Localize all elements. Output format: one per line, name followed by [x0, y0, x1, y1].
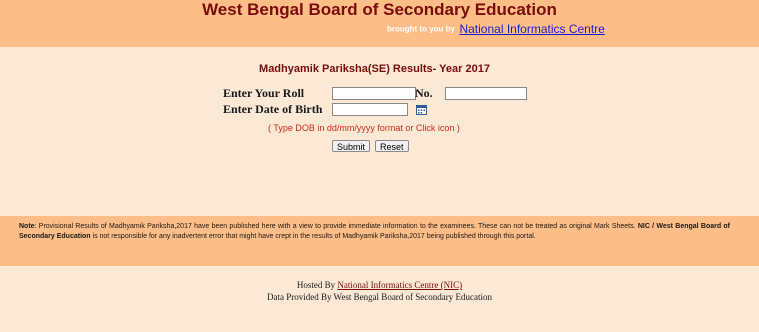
hosted-prefix: Hosted By: [296, 280, 338, 290]
roll-label: Enter Your Roll: [223, 86, 305, 100]
page-title: West Bengal Board of Secondary Education: [202, 0, 557, 19]
brought-by-label: brought to you by: [387, 24, 455, 34]
dob-format-hint: ( Type DOB in dd/mm/yyyy format or Click…: [268, 123, 460, 133]
header-bar: West Bengal Board of Secondary Education…: [0, 0, 759, 47]
brought-by: brought to you by National Informatics C…: [387, 20, 605, 38]
footer: Hosted By National Informatics Centre (N…: [0, 279, 759, 303]
reset-button[interactable]: Reset: [375, 140, 409, 152]
note-prefix: Note: [19, 223, 35, 230]
roll-input[interactable]: [332, 87, 416, 100]
no-label: No.: [415, 86, 433, 100]
roll-no-input[interactable]: [445, 87, 527, 100]
submit-button[interactable]: Submit: [332, 140, 371, 152]
form-title: Madhyamik Pariksha(SE) Results- Year 201…: [259, 63, 490, 75]
nic-link[interactable]: National Informatics Centre: [459, 22, 604, 36]
calendar-icon[interactable]: [416, 104, 427, 115]
dob-input[interactable]: [332, 103, 408, 116]
note-text: Note: Provisional Results of Madhyamik P…: [19, 222, 730, 242]
hosted-line: Hosted By National Informatics Centre (N…: [0, 279, 759, 291]
data-provided: Data Provided By West Bengal Board of Se…: [266, 292, 493, 302]
hosted-link[interactable]: National Informatics Centre (NIC): [337, 280, 462, 290]
dob-label: Enter Date of Birth: [223, 102, 323, 116]
hint-text: Type DOB in dd/mm/yyyy format or Click i…: [273, 123, 455, 133]
note-text-part2: is not responsible for any inadvertent e…: [90, 233, 536, 240]
hint-close: ): [454, 123, 460, 133]
note-text-part1: : Provisional Results of Madhyamik Parik…: [34, 223, 638, 230]
